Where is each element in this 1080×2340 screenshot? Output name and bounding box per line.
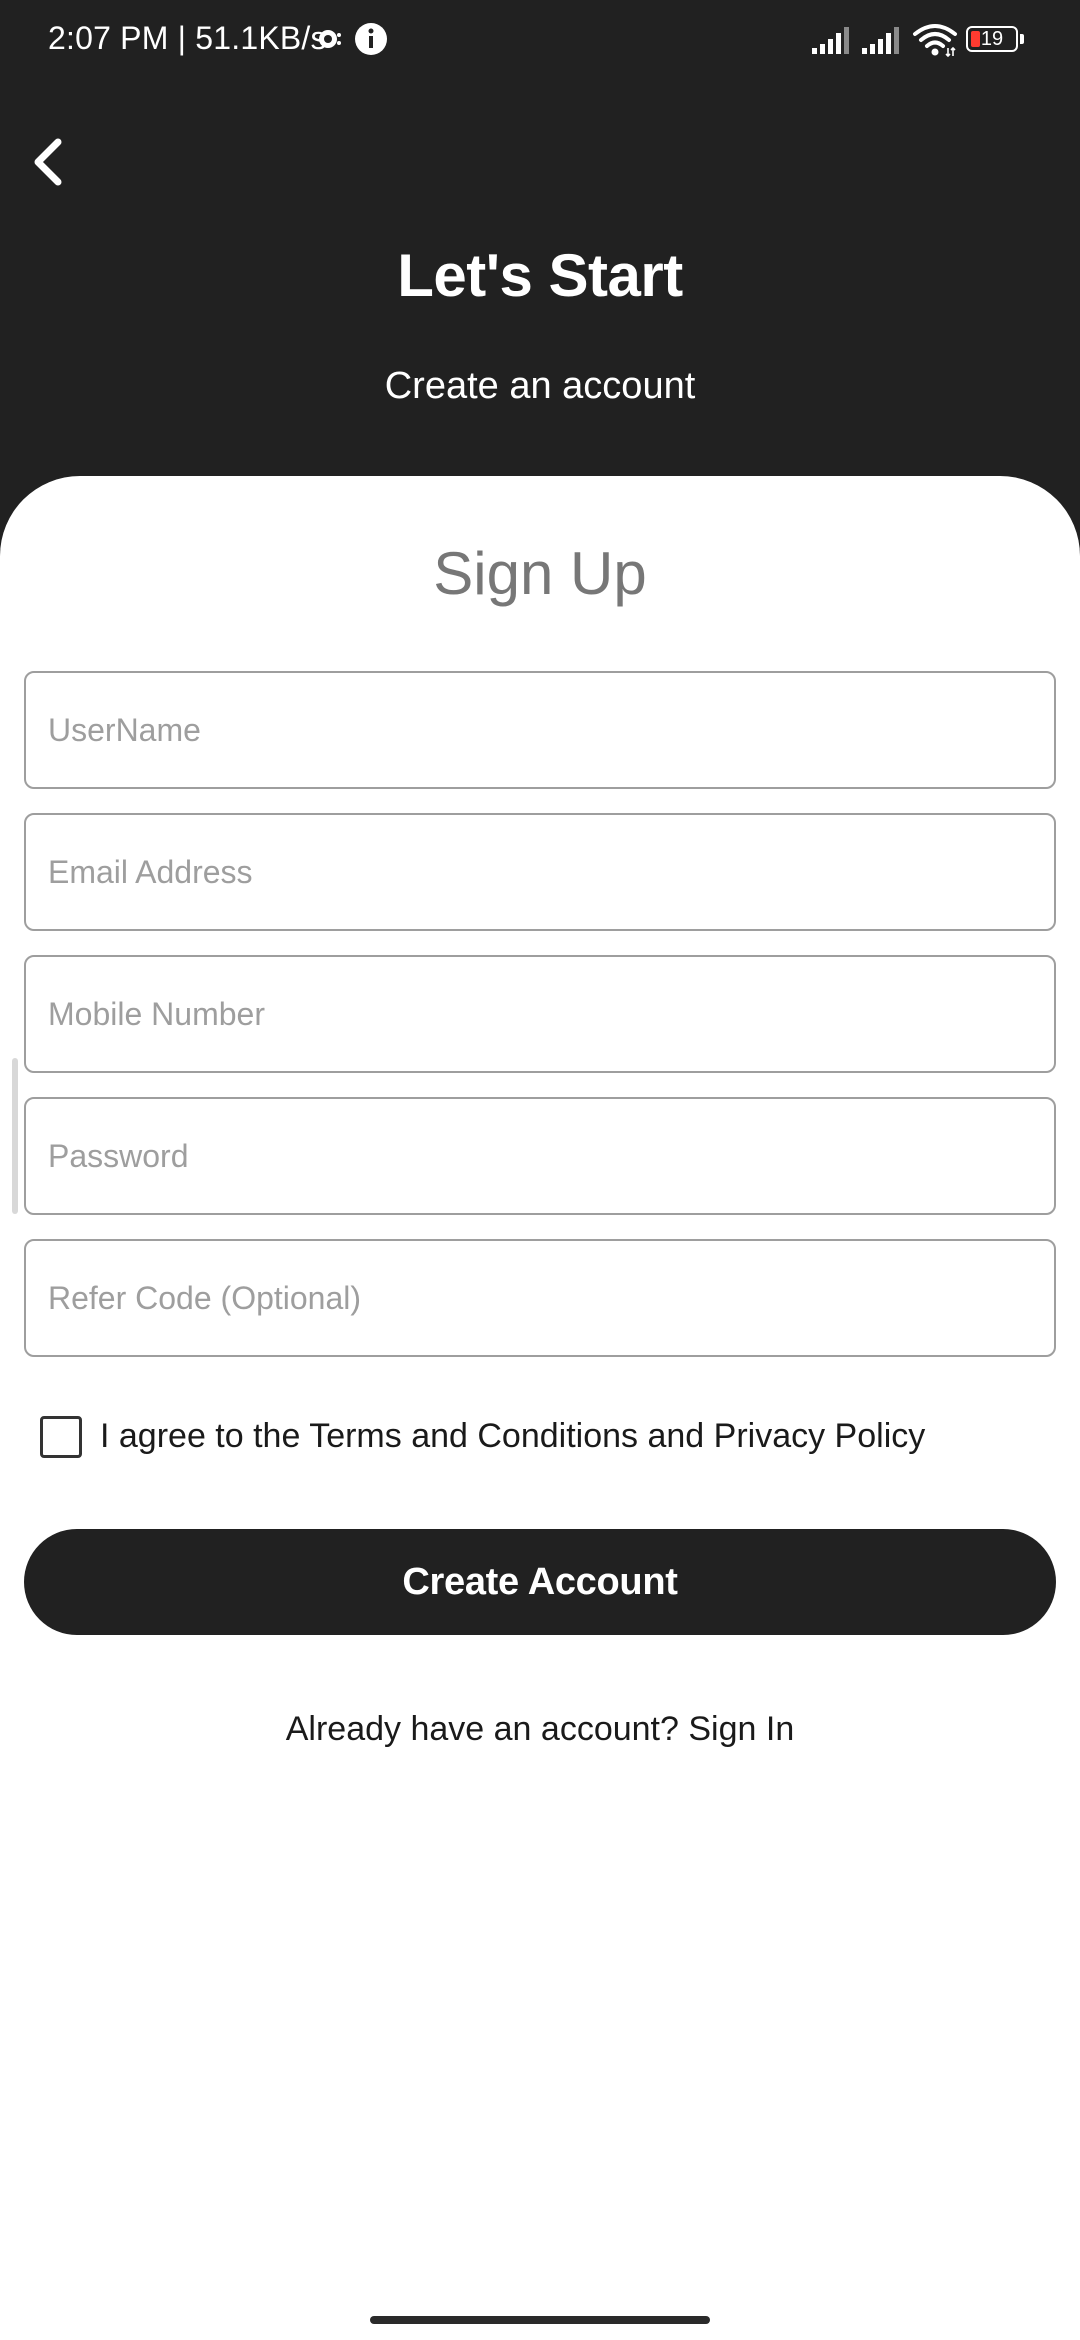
data-saver-icon xyxy=(319,30,341,48)
battery-level: 19 xyxy=(980,28,1004,50)
refer-code-field[interactable] xyxy=(24,1239,1056,1357)
create-account-button[interactable]: Create Account xyxy=(24,1529,1056,1635)
form-title: Sign Up xyxy=(433,540,647,607)
wifi-icon xyxy=(913,24,957,58)
mobile-field[interactable] xyxy=(24,955,1056,1073)
back-chevron-left-icon[interactable] xyxy=(22,132,72,192)
username-input[interactable] xyxy=(26,673,1054,787)
password-input[interactable] xyxy=(26,1099,1054,1213)
agree-checkbox[interactable] xyxy=(40,1416,82,1458)
email-field[interactable] xyxy=(24,813,1056,931)
status-time: 2:07 PM | 51.1KB/s xyxy=(48,20,327,56)
signal-icon xyxy=(862,27,899,54)
username-field[interactable] xyxy=(24,671,1056,789)
info-icon xyxy=(355,23,387,55)
refer-code-input[interactable] xyxy=(26,1241,1054,1355)
battery-icon: 19 xyxy=(966,26,1026,54)
signin-prompt: Already have an account? xyxy=(285,1710,679,1748)
signin-link[interactable]: Sign In xyxy=(688,1710,794,1748)
password-field[interactable] xyxy=(24,1097,1056,1215)
page-subtitle: Create an account xyxy=(384,365,696,407)
email-input[interactable] xyxy=(26,815,1054,929)
page-title: Let's Start xyxy=(397,242,683,309)
agree-label: I agree to the Terms and Conditions and … xyxy=(100,1417,926,1455)
scroll-indicator[interactable] xyxy=(12,1058,18,1214)
mobile-input[interactable] xyxy=(26,957,1054,1071)
status-bar: 2:07 PM | 51.1KB/s 19 xyxy=(0,0,1080,80)
agree-row[interactable]: I agree to the Terms and Conditions and … xyxy=(40,1412,1050,1460)
signal-icon xyxy=(812,27,849,54)
signin-row: Already have an account? Sign In xyxy=(0,1706,1080,1752)
home-indicator[interactable] xyxy=(370,2316,710,2324)
